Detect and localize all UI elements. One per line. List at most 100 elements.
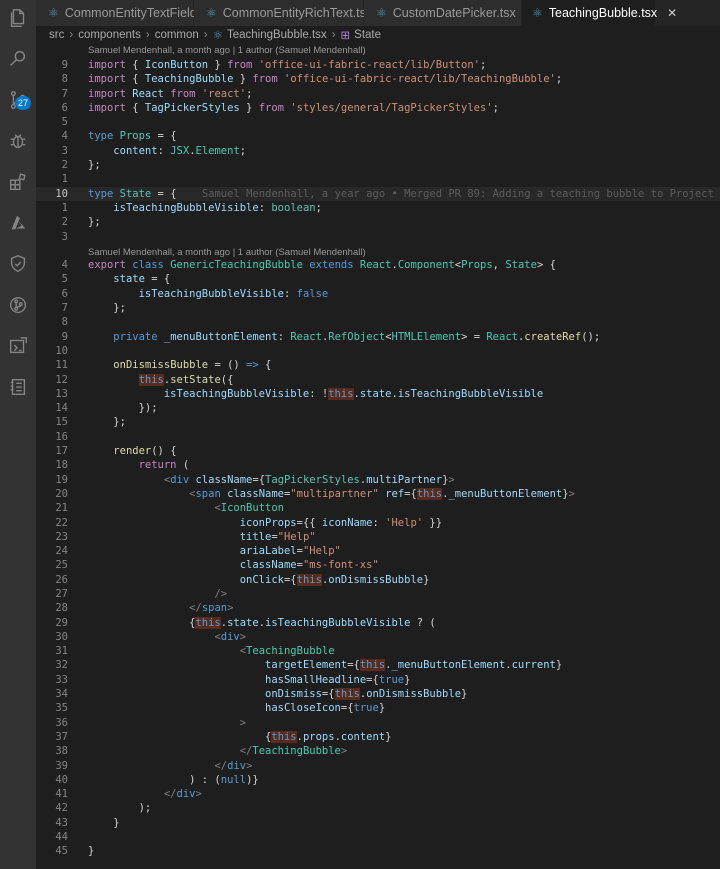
code-text: ariaLabel="Help" xyxy=(239,545,341,558)
line-number: 23 xyxy=(55,530,68,543)
tab-label: CustomDatePicker.tsx xyxy=(392,6,516,20)
code-line: 21 <IconButton xyxy=(36,501,720,515)
code-text: onDismiss={this.onDismissBubble} xyxy=(265,688,468,701)
code-text: hasSmallHeadline={true} xyxy=(265,673,411,686)
line-number: 41 xyxy=(55,788,68,801)
source-control-badge: 27 xyxy=(15,96,31,110)
line-number: 37 xyxy=(55,730,68,743)
code-text: ); xyxy=(88,802,152,815)
code-text: import { TeachingBubble } from 'office-u… xyxy=(88,73,563,86)
chevron-right-icon: › xyxy=(203,29,208,41)
tab-commonentityrichtext[interactable]: ⚛ CommonEntityRichText.tsx xyxy=(194,0,372,26)
breadcrumb-item[interactable]: State xyxy=(354,29,381,41)
git-graph-icon[interactable] xyxy=(0,287,36,323)
line-number: 8 xyxy=(61,316,68,329)
code-line: 33 hasSmallHeadline={true} xyxy=(36,673,720,687)
line-number: 13 xyxy=(55,387,68,400)
line-number: 14 xyxy=(55,402,68,415)
code-line: 2}; xyxy=(36,158,720,172)
code-line: 7 }; xyxy=(36,301,720,315)
code-line: 43 } xyxy=(36,816,720,830)
code-line: 9 import { IconButton } from 'office-ui-f… xyxy=(36,58,720,72)
code-text: return ( xyxy=(138,459,190,472)
code-line: 41 </div> xyxy=(36,787,720,801)
code-line: 18 return ( xyxy=(36,458,720,472)
line-number: 35 xyxy=(55,702,68,715)
code-line: 15 }; xyxy=(36,415,720,429)
code-line: 22 iconProps={{ iconName: 'Help' }} xyxy=(36,516,720,530)
line-number: 2 xyxy=(61,216,68,229)
line-number: 31 xyxy=(55,645,68,658)
tab-customdatepicker[interactable]: ⚛ CustomDatePicker.tsx xyxy=(364,0,522,26)
code-line: 6 import { TagPickerStyles } from 'styles… xyxy=(36,101,720,115)
code-text: this.setState({ xyxy=(138,373,234,386)
breadcrumb-item[interactable]: components xyxy=(78,29,141,41)
breadcrumb-item[interactable]: common xyxy=(155,29,199,41)
code-line: 32 targetElement={this._menuButtonElemen… xyxy=(36,658,720,672)
code-text: > xyxy=(239,716,247,729)
close-icon[interactable]: ✕ xyxy=(667,6,677,20)
line-number: 1 xyxy=(61,173,68,186)
code-lens-authors[interactable]: Samuel Mendenhall, a month ago | 1 autho… xyxy=(88,45,366,56)
code-line: 4 type Props = { xyxy=(36,129,720,143)
extensions-icon[interactable] xyxy=(0,164,36,200)
symbol-type-icon: ⊞ xyxy=(340,30,351,42)
code-text: </TeachingBubble> xyxy=(239,745,348,758)
line-number: 19 xyxy=(55,473,68,486)
breadcrumb-item[interactable]: TeachingBubble.tsx xyxy=(227,29,327,41)
breadcrumb: src › components › common › ⚛ TeachingBu… xyxy=(36,26,720,44)
code-line: 17 render() { xyxy=(36,444,720,458)
line-number: 21 xyxy=(55,502,68,515)
code-line: 24 ariaLabel="Help" xyxy=(36,544,720,558)
code-text: hasCloseIcon={true} xyxy=(265,702,386,715)
code-line: 3 content: JSX.Element; xyxy=(36,144,720,158)
line-number: 11 xyxy=(55,359,68,372)
debug-icon[interactable] xyxy=(0,123,36,159)
code-text: /> xyxy=(214,587,228,600)
react-file-icon: ⚛ xyxy=(48,6,59,20)
line-number: 5 xyxy=(61,116,68,129)
code-text: {this.state.isTeachingBubbleVisible ? ( xyxy=(88,616,436,629)
code-line: 23 title="Help" xyxy=(36,530,720,544)
code-line: 42 ); xyxy=(36,801,720,815)
code-line: 25 className="ms-font-xs" xyxy=(36,558,720,572)
notebook-icon[interactable] xyxy=(0,369,36,405)
remote-explorer-icon[interactable] xyxy=(0,328,36,364)
line-number: 45 xyxy=(55,845,68,858)
tab-commonentitytextfield[interactable]: ⚛ CommonEntityTextField.tsx xyxy=(36,0,216,26)
inline-blame[interactable]: Samuel Mendenhall, a year ago • Merged P… xyxy=(202,188,720,200)
code-line: 28 </span> xyxy=(36,601,720,615)
explorer-icon[interactable] xyxy=(0,0,36,36)
code-text: isTeachingBubbleVisible: boolean; xyxy=(113,201,322,214)
code-line: 27 /> xyxy=(36,587,720,601)
code-text: export class GenericTeachingBubble exten… xyxy=(88,259,556,272)
testing-icon[interactable] xyxy=(0,246,36,282)
tab-label: TeachingBubble.tsx xyxy=(548,6,658,20)
code-text: import { IconButton } from 'office-ui-fa… xyxy=(88,59,487,71)
line-number: 9 xyxy=(61,59,68,71)
code-text: private _menuButtonElement: React.RefObj… xyxy=(113,330,601,343)
current-code-line: 10 type State = { Samuel Mendenhall, a ye… xyxy=(36,186,720,201)
code-line: 5 xyxy=(36,115,720,129)
code-line: 20 <span className="multipartner" ref={t… xyxy=(36,487,720,501)
code-line: 7 import React from 'react'; xyxy=(36,87,720,101)
line-number: 3 xyxy=(61,230,68,243)
code-lines: 9 import { IconButton } from 'office-ui-f… xyxy=(36,58,720,859)
code-text: }; xyxy=(88,216,101,229)
line-number: 15 xyxy=(55,416,68,429)
code-text: <IconButton xyxy=(214,502,284,515)
search-icon[interactable] xyxy=(0,41,36,77)
azure-icon[interactable] xyxy=(0,205,36,241)
line-number: 6 xyxy=(61,101,68,114)
code-editor[interactable]: Samuel Mendenhall, a month ago | 1 autho… xyxy=(36,44,720,869)
line-number: 44 xyxy=(55,831,68,844)
tab-teachingbubble[interactable]: ⚛ TeachingBubble.tsx ✕ xyxy=(522,0,677,26)
line-number: 9 xyxy=(61,330,68,343)
react-file-icon: ⚛ xyxy=(206,6,217,20)
code-text: <span className="multipartner" ref={this… xyxy=(189,487,575,500)
code-line: 36 > xyxy=(36,716,720,730)
line-number: 22 xyxy=(55,516,68,529)
line-number: 4 xyxy=(61,259,68,272)
breadcrumb-item[interactable]: src xyxy=(49,29,64,41)
code-line: 8 xyxy=(36,315,720,329)
